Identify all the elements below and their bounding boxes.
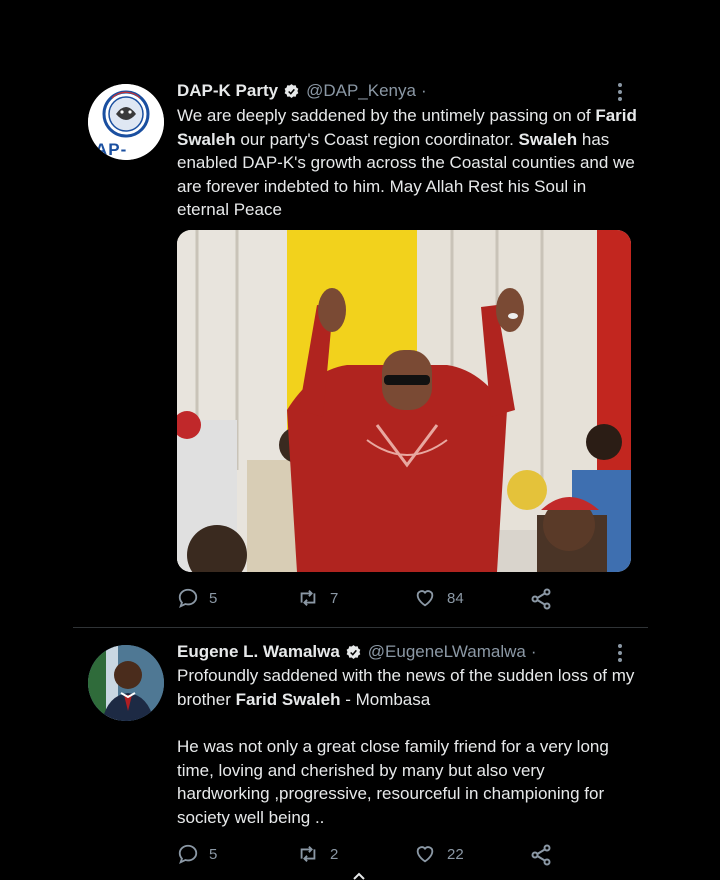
- profile-photo-man: [88, 645, 164, 721]
- verified-badge-icon: [346, 644, 361, 659]
- tweet-text: Profoundly saddened with the news of the…: [177, 664, 637, 711]
- tweet-actions: 5 2 22: [177, 843, 577, 869]
- more-options-icon[interactable]: [612, 641, 628, 663]
- retweet-icon: [300, 846, 316, 862]
- reply-icon: [178, 844, 198, 865]
- share-icon: [531, 844, 551, 866]
- like-button[interactable]: 22: [413, 843, 464, 865]
- author-name[interactable]: Eugene L. Wamalwa: [177, 642, 340, 662]
- retweet-count: 2: [330, 845, 339, 863]
- share-button[interactable]: [529, 843, 563, 867]
- wamalwa-avatar[interactable]: [88, 645, 164, 721]
- mention-name: Farid Swaleh: [235, 689, 341, 709]
- separator-dot: ·: [530, 642, 537, 661]
- reply-button[interactable]: 5: [177, 843, 217, 865]
- retweet-button[interactable]: 2: [296, 843, 338, 865]
- tweet-wamalwa: Eugene L. Wamalwa @EugeneLWamalwa · Prof…: [0, 0, 720, 880]
- like-icon: [416, 846, 434, 863]
- chevron-up-icon[interactable]: [352, 872, 366, 880]
- tweet-text-paragraph: He was not only a great close family fri…: [177, 737, 609, 827]
- tweet-header: Eugene L. Wamalwa @EugeneLWamalwa ·: [177, 639, 537, 665]
- like-count: 22: [447, 845, 464, 863]
- author-handle[interactable]: @EugeneLWamalwa: [368, 642, 526, 662]
- text-part: - Mombasa: [340, 689, 431, 709]
- reply-count: 5: [209, 845, 218, 863]
